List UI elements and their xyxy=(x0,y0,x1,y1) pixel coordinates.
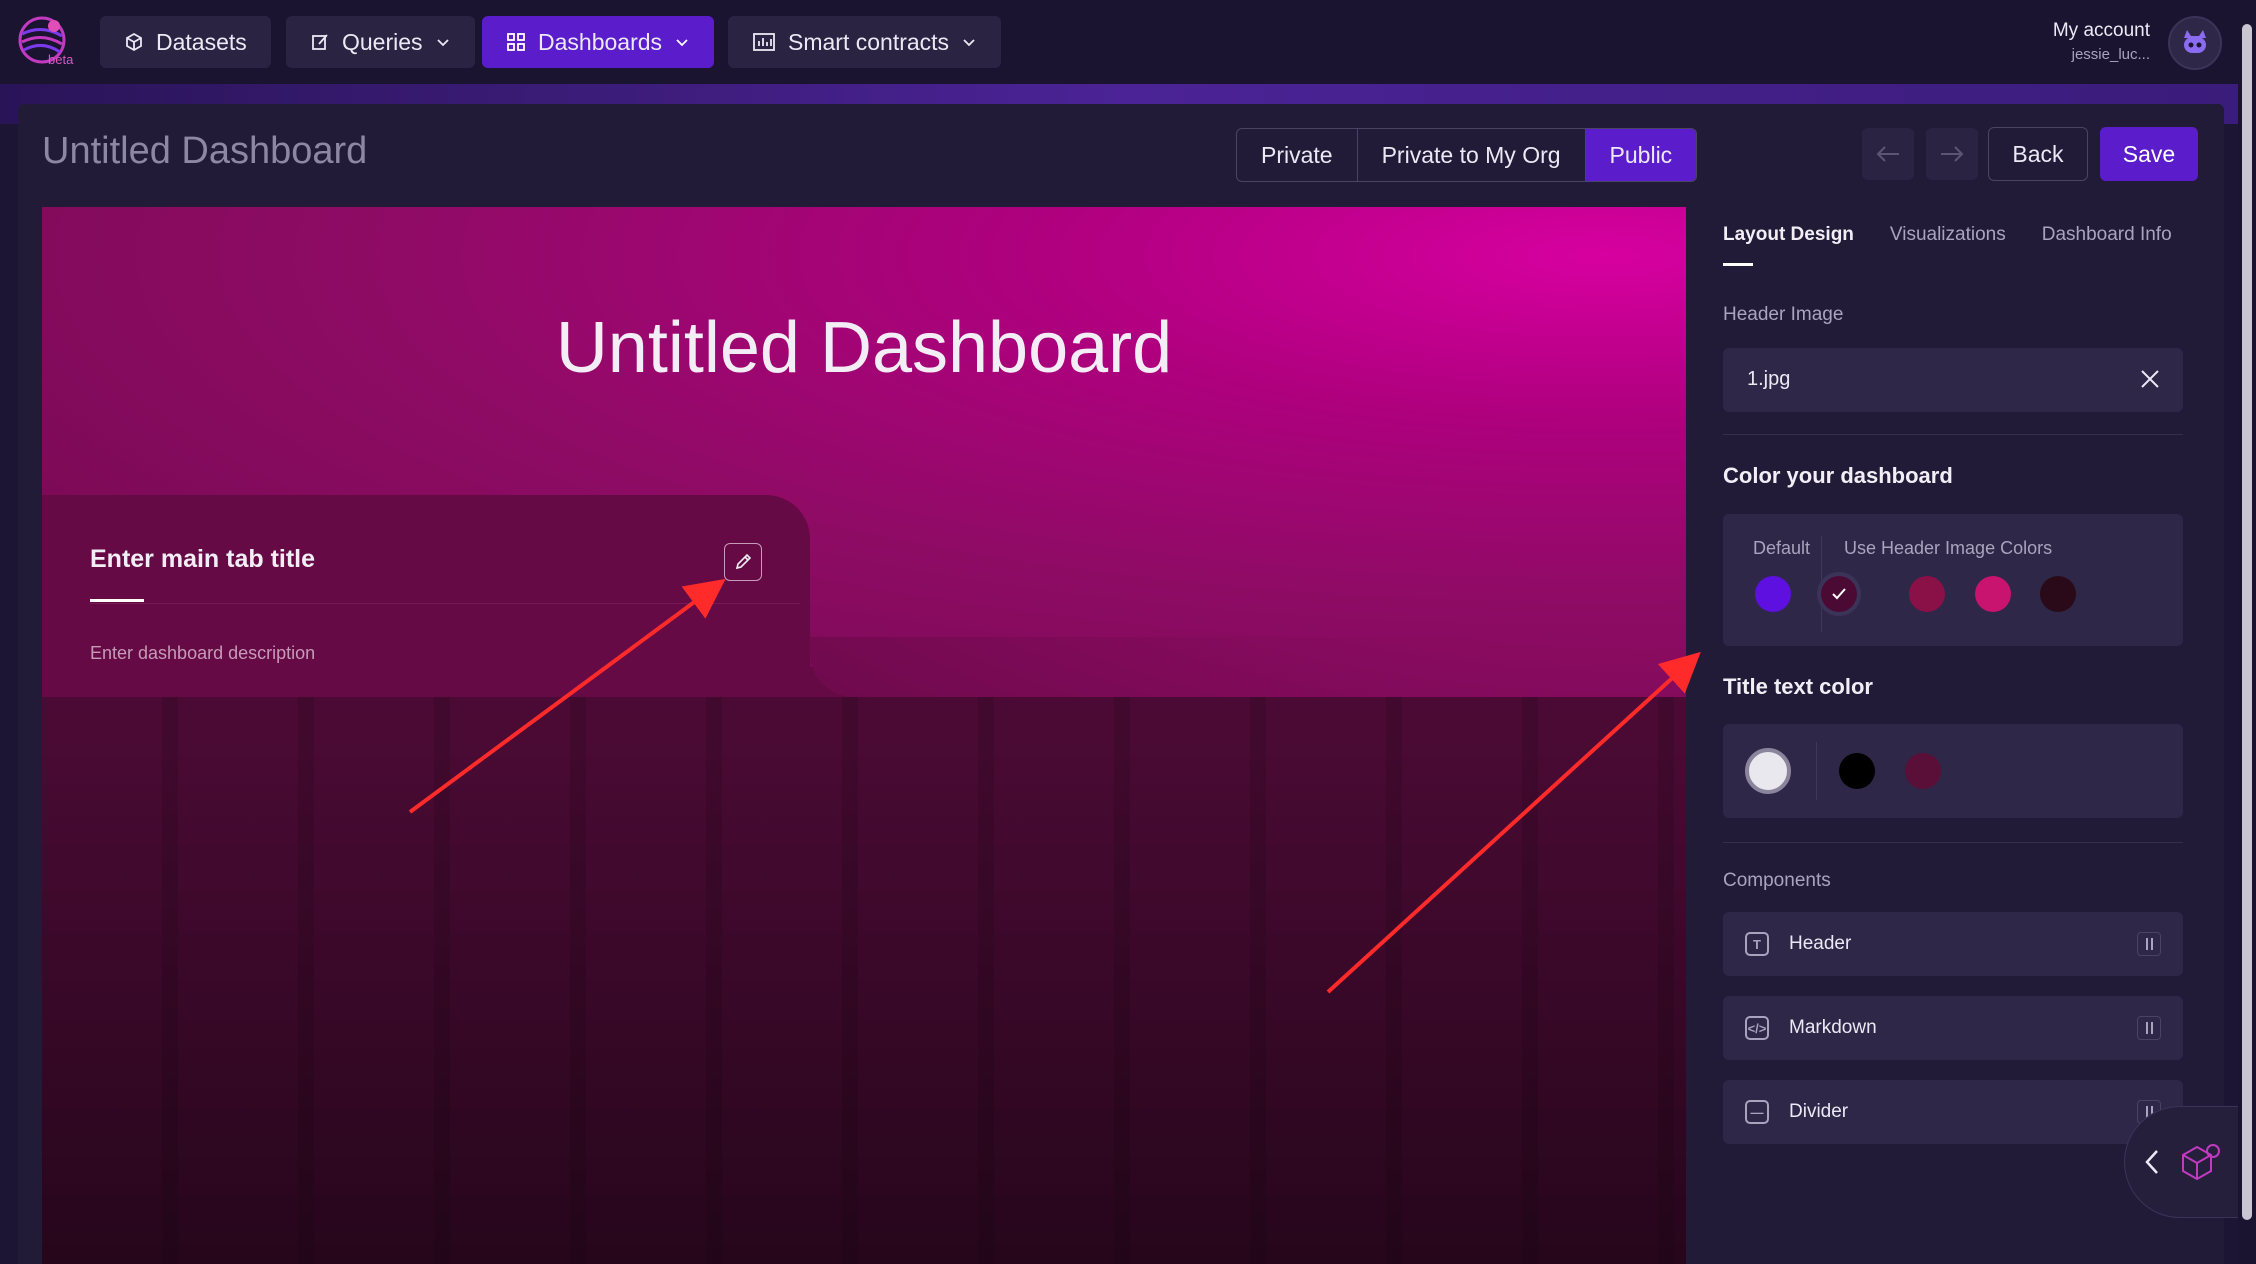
color-section-title: Color your dashboard xyxy=(1723,463,1953,488)
page-title[interactable]: Untitled Dashboard xyxy=(42,130,367,173)
save-button[interactable]: Save xyxy=(2100,127,2198,181)
back-button[interactable]: Back xyxy=(1988,127,2088,181)
remove-image-button[interactable] xyxy=(2137,366,2163,397)
dashboard-header-title: Untitled Dashboard xyxy=(555,308,1173,388)
component-header-label: Header xyxy=(1789,933,1852,954)
component-divider[interactable]: — Divider xyxy=(1723,1080,2183,1144)
section-divider xyxy=(1723,434,2183,435)
undo-button[interactable] xyxy=(1862,128,1914,180)
edit-tab-button[interactable] xyxy=(724,543,762,581)
code-icon: </> xyxy=(1745,1016,1769,1040)
avatar[interactable] xyxy=(2168,16,2222,70)
component-markdown-label: Markdown xyxy=(1789,1017,1877,1038)
text-t-icon: T xyxy=(1745,932,1769,956)
grid-icon xyxy=(507,33,525,51)
drag-handle-icon[interactable] xyxy=(2137,1016,2161,1040)
nav-smart-contracts[interactable]: Smart contracts xyxy=(728,16,1002,68)
privacy-option-public[interactable]: Public xyxy=(1585,129,1697,181)
color-swatch-header-1[interactable] xyxy=(1821,576,1857,612)
component-divider-label: Divider xyxy=(1789,1101,1849,1122)
dashboard-description[interactable]: Enter dashboard description xyxy=(90,643,315,664)
nav-datasets-label: Datasets xyxy=(156,28,247,55)
section-divider xyxy=(1723,842,2183,843)
chart-icon xyxy=(753,33,775,51)
tab-visualizations[interactable]: Visualizations xyxy=(1890,224,2006,246)
account-username: jessie_luc... xyxy=(2071,46,2150,63)
header-image-filename: 1.jpg xyxy=(1747,368,1791,390)
sidebar-tabs: Layout Design Visualizations Dashboard I… xyxy=(1723,224,2172,246)
tab-active-underline xyxy=(90,599,144,602)
cube-icon xyxy=(126,32,142,52)
header-image-label: Header Image xyxy=(1723,304,1844,325)
component-markdown[interactable]: </> Markdown xyxy=(1723,996,2183,1060)
main-tab-card xyxy=(42,495,810,697)
color-swatch-header-4[interactable] xyxy=(2040,576,2076,612)
close-icon xyxy=(2141,370,2159,388)
dashboard-canvas: Untitled Dashboard Enter main tab title … xyxy=(42,207,1686,1264)
color-swatch-default[interactable] xyxy=(1755,576,1791,612)
privacy-option-private[interactable]: Private xyxy=(1237,129,1358,181)
chevron-left-icon xyxy=(2145,1150,2158,1174)
scrollbar-thumb[interactable] xyxy=(2242,24,2252,1220)
title-color-divider xyxy=(1816,742,1817,800)
top-nav: beta Datasets Queries Dashboards Smart c… xyxy=(0,0,2256,84)
floating-helper-button[interactable] xyxy=(2124,1106,2256,1218)
title-color-swatch-dark[interactable] xyxy=(1905,753,1941,789)
components-label: Components xyxy=(1723,870,1831,891)
beta-badge: beta xyxy=(48,52,74,67)
page-scrollbar[interactable] xyxy=(2238,0,2256,1264)
chevron-down-icon xyxy=(676,39,688,47)
tab-layout-design[interactable]: Layout Design xyxy=(1723,224,1854,246)
title-text-color-title: Title text color xyxy=(1723,674,1873,699)
title-color-picker xyxy=(1723,724,2183,818)
privacy-option-private-org[interactable]: Private to My Org xyxy=(1358,129,1586,181)
chevron-down-icon xyxy=(963,39,975,47)
edit-icon xyxy=(312,34,328,50)
nav-dashboards[interactable]: Dashboards xyxy=(482,16,715,68)
title-color-swatch-black[interactable] xyxy=(1839,753,1875,789)
header-image-corner xyxy=(810,637,1686,697)
title-color-swatch-light[interactable] xyxy=(1745,748,1791,794)
nav-queries-label: Queries xyxy=(342,28,423,55)
arrow-left-icon xyxy=(1876,146,1899,162)
redo-button[interactable] xyxy=(1926,128,1978,180)
nav-datasets[interactable]: Datasets xyxy=(100,16,271,68)
dashboard-color-picker: Default Use Header Image Colors xyxy=(1723,514,2183,646)
arrow-right-icon xyxy=(1941,146,1964,162)
component-header[interactable]: T Header xyxy=(1723,912,2183,976)
nav-queries[interactable]: Queries xyxy=(286,16,475,68)
nav-dashboards-label: Dashboards xyxy=(538,28,663,55)
account-label: My account xyxy=(2052,20,2150,41)
tab-dashboard-info[interactable]: Dashboard Info xyxy=(2042,224,2172,246)
divider-icon: — xyxy=(1745,1100,1769,1124)
cube-icon xyxy=(2182,1144,2220,1181)
privacy-toggle: Private Private to My Org Public xyxy=(1236,128,1698,182)
color-group-divider xyxy=(1821,536,1822,632)
chevron-down-icon xyxy=(436,39,449,47)
main-tab-title[interactable]: Enter main tab title xyxy=(90,545,315,574)
pencil-icon xyxy=(735,553,752,570)
account-menu[interactable]: My account jessie_luc... xyxy=(2053,20,2150,63)
default-color-label: Default xyxy=(1753,538,1811,558)
header-colors-label: Use Header Image Colors xyxy=(1844,538,2053,558)
nav-smart-contracts-label: Smart contracts xyxy=(788,28,950,55)
sidebar-tab-underline xyxy=(1723,263,1753,266)
canvas-background xyxy=(42,697,1686,1264)
tab-divider xyxy=(90,603,800,604)
check-icon xyxy=(1832,588,1846,600)
color-swatch-header-2[interactable] xyxy=(1909,576,1945,612)
header-image-field[interactable]: 1.jpg xyxy=(1723,348,2183,412)
color-swatch-header-3[interactable] xyxy=(1975,576,2011,612)
robot-avatar-icon xyxy=(2184,30,2206,53)
drag-handle-icon[interactable] xyxy=(2137,932,2161,956)
